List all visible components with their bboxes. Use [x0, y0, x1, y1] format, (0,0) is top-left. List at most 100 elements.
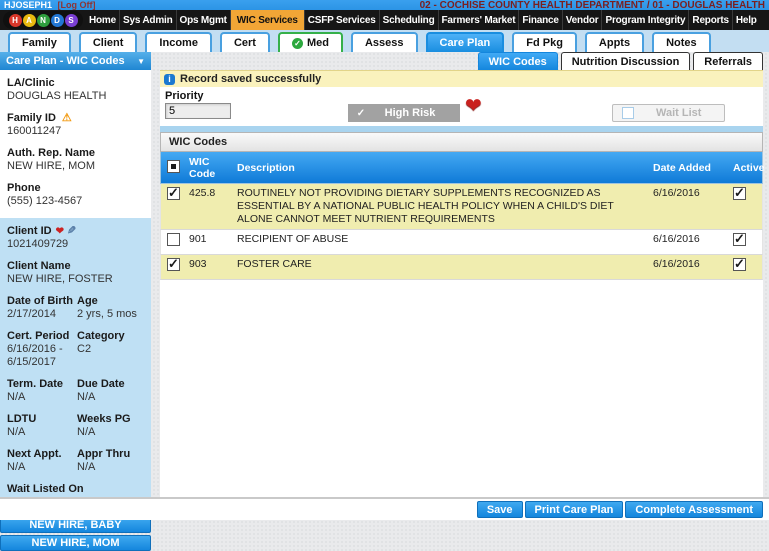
active-checkbox[interactable]: [733, 233, 746, 246]
field-phone: Phone (555) 123-4567: [7, 182, 147, 208]
subtab-wic-codes[interactable]: WIC Codes: [478, 52, 558, 70]
care-plan-subtabs: WIC Codes Nutrition Discussion Referrals: [478, 52, 763, 70]
sidebar-section-dropdown[interactable]: Care Plan - WIC Codes ▼: [0, 52, 151, 70]
menu-item-reports[interactable]: Reports: [688, 10, 731, 30]
la-clinic-value: DOUGLAS HEALTH: [7, 90, 147, 103]
complete-assessment-button[interactable]: Complete Assessment: [625, 501, 763, 518]
cert-period-value: 6/16/2016 - 6/15/2017: [7, 343, 77, 369]
subtab-referrals[interactable]: Referrals: [693, 52, 763, 70]
row-select-checkbox[interactable]: [167, 258, 180, 271]
family-member-button-mom[interactable]: NEW HIRE, MOM: [0, 535, 151, 551]
next-appt-value: N/A: [7, 461, 77, 474]
weeks-pg-value: N/A: [77, 426, 147, 439]
menu-item-ops-mgmt[interactable]: Ops Mgmt: [176, 10, 230, 30]
menu-item-scheduling[interactable]: Scheduling: [379, 10, 438, 30]
client-info-section: Client ID❤✎ 1021409729 Client Name NEW H…: [0, 218, 151, 515]
check-icon: ✓: [348, 108, 374, 119]
active-checkbox[interactable]: [733, 258, 746, 271]
client-sidebar: Care Plan - WIC Codes ▼ LA/Clinic DOUGLA…: [0, 52, 151, 551]
field-client-id: Client ID❤✎ 1021409729: [7, 225, 147, 251]
wic-code-cell: 425.8: [187, 184, 233, 203]
log-off-link[interactable]: [Log Off]: [58, 0, 96, 10]
status-message-bar: i Record saved successfully: [160, 70, 763, 87]
menu-item-help[interactable]: Help: [732, 10, 760, 30]
field-term-due: Term. Date N/A Due Date N/A: [7, 378, 147, 404]
tab-income[interactable]: Income: [145, 32, 212, 52]
menu-item-wic-services[interactable]: WIC Services: [230, 10, 304, 30]
footer-action-bar: Save Print Care Plan Complete Assessment: [0, 497, 769, 520]
table-row[interactable]: 901 RECIPIENT OF ABUSE 6/16/2016: [160, 230, 763, 255]
menu-item-program-integrity[interactable]: Program Integrity: [601, 10, 688, 30]
tab-appts[interactable]: Appts: [585, 32, 644, 52]
due-date-value: N/A: [77, 391, 147, 404]
tab-notes[interactable]: Notes: [652, 32, 711, 52]
edit-pencil-icon[interactable]: ✎: [67, 225, 76, 238]
subtab-nutrition-discussion[interactable]: Nutrition Discussion: [561, 52, 691, 70]
menu-item-home[interactable]: Home: [86, 10, 119, 30]
col-header-date-added: Date Added: [649, 159, 727, 177]
date-added-cell: 6/16/2016: [649, 255, 727, 274]
tab-assess[interactable]: Assess: [351, 32, 418, 52]
wic-code-cell: 901: [187, 230, 233, 249]
category-value: C2: [77, 343, 147, 356]
family-info-section: LA/Clinic DOUGLAS HEALTH Family ID⚠ 1600…: [0, 70, 151, 218]
menu-item-farmers-market[interactable]: Farmers' Market: [438, 10, 519, 30]
row-select-checkbox[interactable]: [167, 187, 180, 200]
field-la-clinic: LA/Clinic DOUGLAS HEALTH: [7, 77, 147, 103]
tab-fd-pkg[interactable]: Fd Pkg: [512, 32, 577, 52]
description-cell: RECIPIENT OF ABUSE: [233, 230, 649, 249]
hands-logo: H A N D S: [3, 11, 83, 29]
wic-codes-table: WIC Code Description Date Added Active 4…: [160, 152, 763, 280]
save-button[interactable]: Save: [477, 501, 523, 518]
tab-family[interactable]: Family: [8, 32, 71, 52]
menu-item-sys-admin[interactable]: Sys Admin: [119, 10, 176, 30]
col-header-wic-code: WIC Code: [187, 153, 233, 183]
logo-letter-h: H: [9, 14, 22, 27]
dob-value: 2/17/2014: [7, 308, 77, 321]
tab-client[interactable]: Client: [79, 32, 138, 52]
priority-input[interactable]: [165, 103, 231, 119]
user-line: HJOSEPH1 [Log Off]: [4, 0, 96, 10]
field-ldtu-weekspg: LDTU N/A Weeks PG N/A: [7, 413, 147, 439]
warning-icon: ⚠: [62, 112, 72, 124]
tab-cert[interactable]: Cert: [220, 32, 270, 52]
table-header-row: WIC Code Description Date Added Active: [160, 152, 763, 184]
wait-list-checkbox-button[interactable]: Wait List: [612, 104, 725, 122]
description-cell: FOSTER CARE: [233, 255, 649, 274]
client-name-value: NEW HIRE, FOSTER: [7, 273, 147, 286]
menu-item-csfp-services[interactable]: CSFP Services: [304, 10, 379, 30]
row-select-checkbox[interactable]: [167, 233, 180, 246]
tab-med[interactable]: ✓ Med: [278, 32, 343, 52]
wic-codes-content: Priority ✓ High Risk ❤ Wait List WIC Cod…: [160, 87, 763, 497]
status-message: Record saved successfully: [180, 73, 321, 85]
tab-care-plan[interactable]: Care Plan: [426, 32, 505, 52]
family-id-value: 160011247: [7, 125, 147, 138]
active-checkbox[interactable]: [733, 187, 746, 200]
info-icon: i: [164, 74, 175, 85]
field-cert-category: Cert. Period 6/16/2016 - 6/15/2017 Categ…: [7, 330, 147, 369]
high-risk-heart-icon: ❤: [465, 93, 482, 118]
logo-letter-s: S: [65, 14, 78, 27]
chevron-down-icon: ▼: [137, 57, 145, 66]
term-date-value: N/A: [7, 391, 77, 404]
heart-icon: ❤: [56, 226, 64, 237]
module-tab-bar: Family Client Income Cert ✓ Med Assess C…: [0, 30, 769, 52]
print-care-plan-button[interactable]: Print Care Plan: [525, 501, 624, 518]
logo-letter-n: N: [37, 14, 50, 27]
wait-list-checkbox[interactable]: [622, 107, 634, 119]
date-added-cell: 6/16/2016: [649, 230, 727, 249]
logo-letter-d: D: [51, 14, 64, 27]
table-row[interactable]: 425.8 ROUTINELY NOT PROVIDING DIETARY SU…: [160, 184, 763, 230]
menu-item-vendor[interactable]: Vendor: [562, 10, 602, 30]
field-nextappt-apprthru: Next Appt. N/A Appr Thru N/A: [7, 448, 147, 474]
select-all-checkbox[interactable]: [167, 160, 180, 173]
field-client-name: Client Name NEW HIRE, FOSTER: [7, 260, 147, 286]
table-row[interactable]: 903 FOSTER CARE 6/16/2016: [160, 255, 763, 280]
menu-item-finance[interactable]: Finance: [518, 10, 561, 30]
age-value: 2 yrs, 5 mos: [77, 308, 147, 321]
date-added-cell: 6/16/2016: [649, 184, 727, 203]
high-risk-button[interactable]: ✓ High Risk: [348, 104, 460, 122]
description-cell: ROUTINELY NOT PROVIDING DIETARY SUPPLEME…: [233, 184, 649, 229]
sidebar-section-label: Care Plan - WIC Codes: [6, 55, 125, 67]
field-dob-age: Date of Birth 2/17/2014 Age 2 yrs, 5 mos: [7, 295, 147, 321]
